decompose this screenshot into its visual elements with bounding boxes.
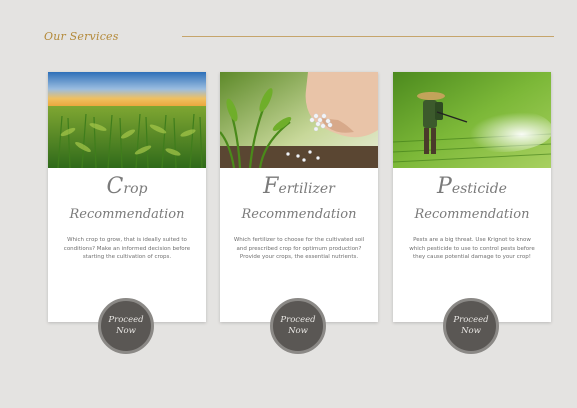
title-rest: rop: [123, 181, 148, 197]
button-label-line2: Now: [461, 326, 481, 336]
card-description: Pests are a big threat. Use Krignot to k…: [409, 237, 535, 260]
button-label-line1: Proceed: [280, 315, 316, 325]
title-line2: Recommendation: [69, 207, 185, 222]
title-initial: C: [106, 174, 124, 199]
title-line2: Recommendation: [241, 207, 357, 222]
card-title: Crop Recommendation: [48, 174, 206, 222]
title-rest: esticide: [451, 181, 507, 197]
card-description: Which fertilizer to choose for the culti…: [233, 237, 365, 260]
section-header: Our Services: [44, 22, 554, 50]
fertilizer-hand-image: [220, 72, 378, 168]
card-title: Fertilizer Recommendation: [220, 174, 378, 222]
proceed-now-button[interactable]: Proceed Now: [98, 298, 154, 354]
proceed-now-button[interactable]: Proceed Now: [443, 298, 499, 354]
card-pesticide-recommendation: Pesticide Recommendation Pests are a big…: [393, 72, 551, 354]
title-rest: ertilizer: [278, 181, 335, 197]
pesticide-spray-image: [393, 72, 551, 168]
title-initial: F: [263, 174, 279, 199]
proceed-now-button[interactable]: Proceed Now: [270, 298, 326, 354]
card-description: Which crop to grow, that is ideally suit…: [63, 237, 191, 260]
title-line2: Recommendation: [414, 207, 530, 222]
button-label-line1: Proceed: [453, 315, 489, 325]
button-label-line2: Now: [116, 326, 136, 336]
button-label-line1: Proceed: [108, 315, 144, 325]
section-title: Our Services: [44, 29, 119, 43]
card-crop-recommendation: Crop Recommendation Which crop to grow, …: [48, 72, 206, 354]
corn-field-image: [48, 72, 206, 168]
button-label-line2: Now: [288, 326, 308, 336]
card-title: Pesticide Recommendation: [393, 174, 551, 222]
title-initial: P: [437, 174, 452, 199]
section-divider: [182, 36, 554, 37]
card-fertilizer-recommendation: Fertilizer Recommendation Which fertiliz…: [220, 72, 378, 354]
